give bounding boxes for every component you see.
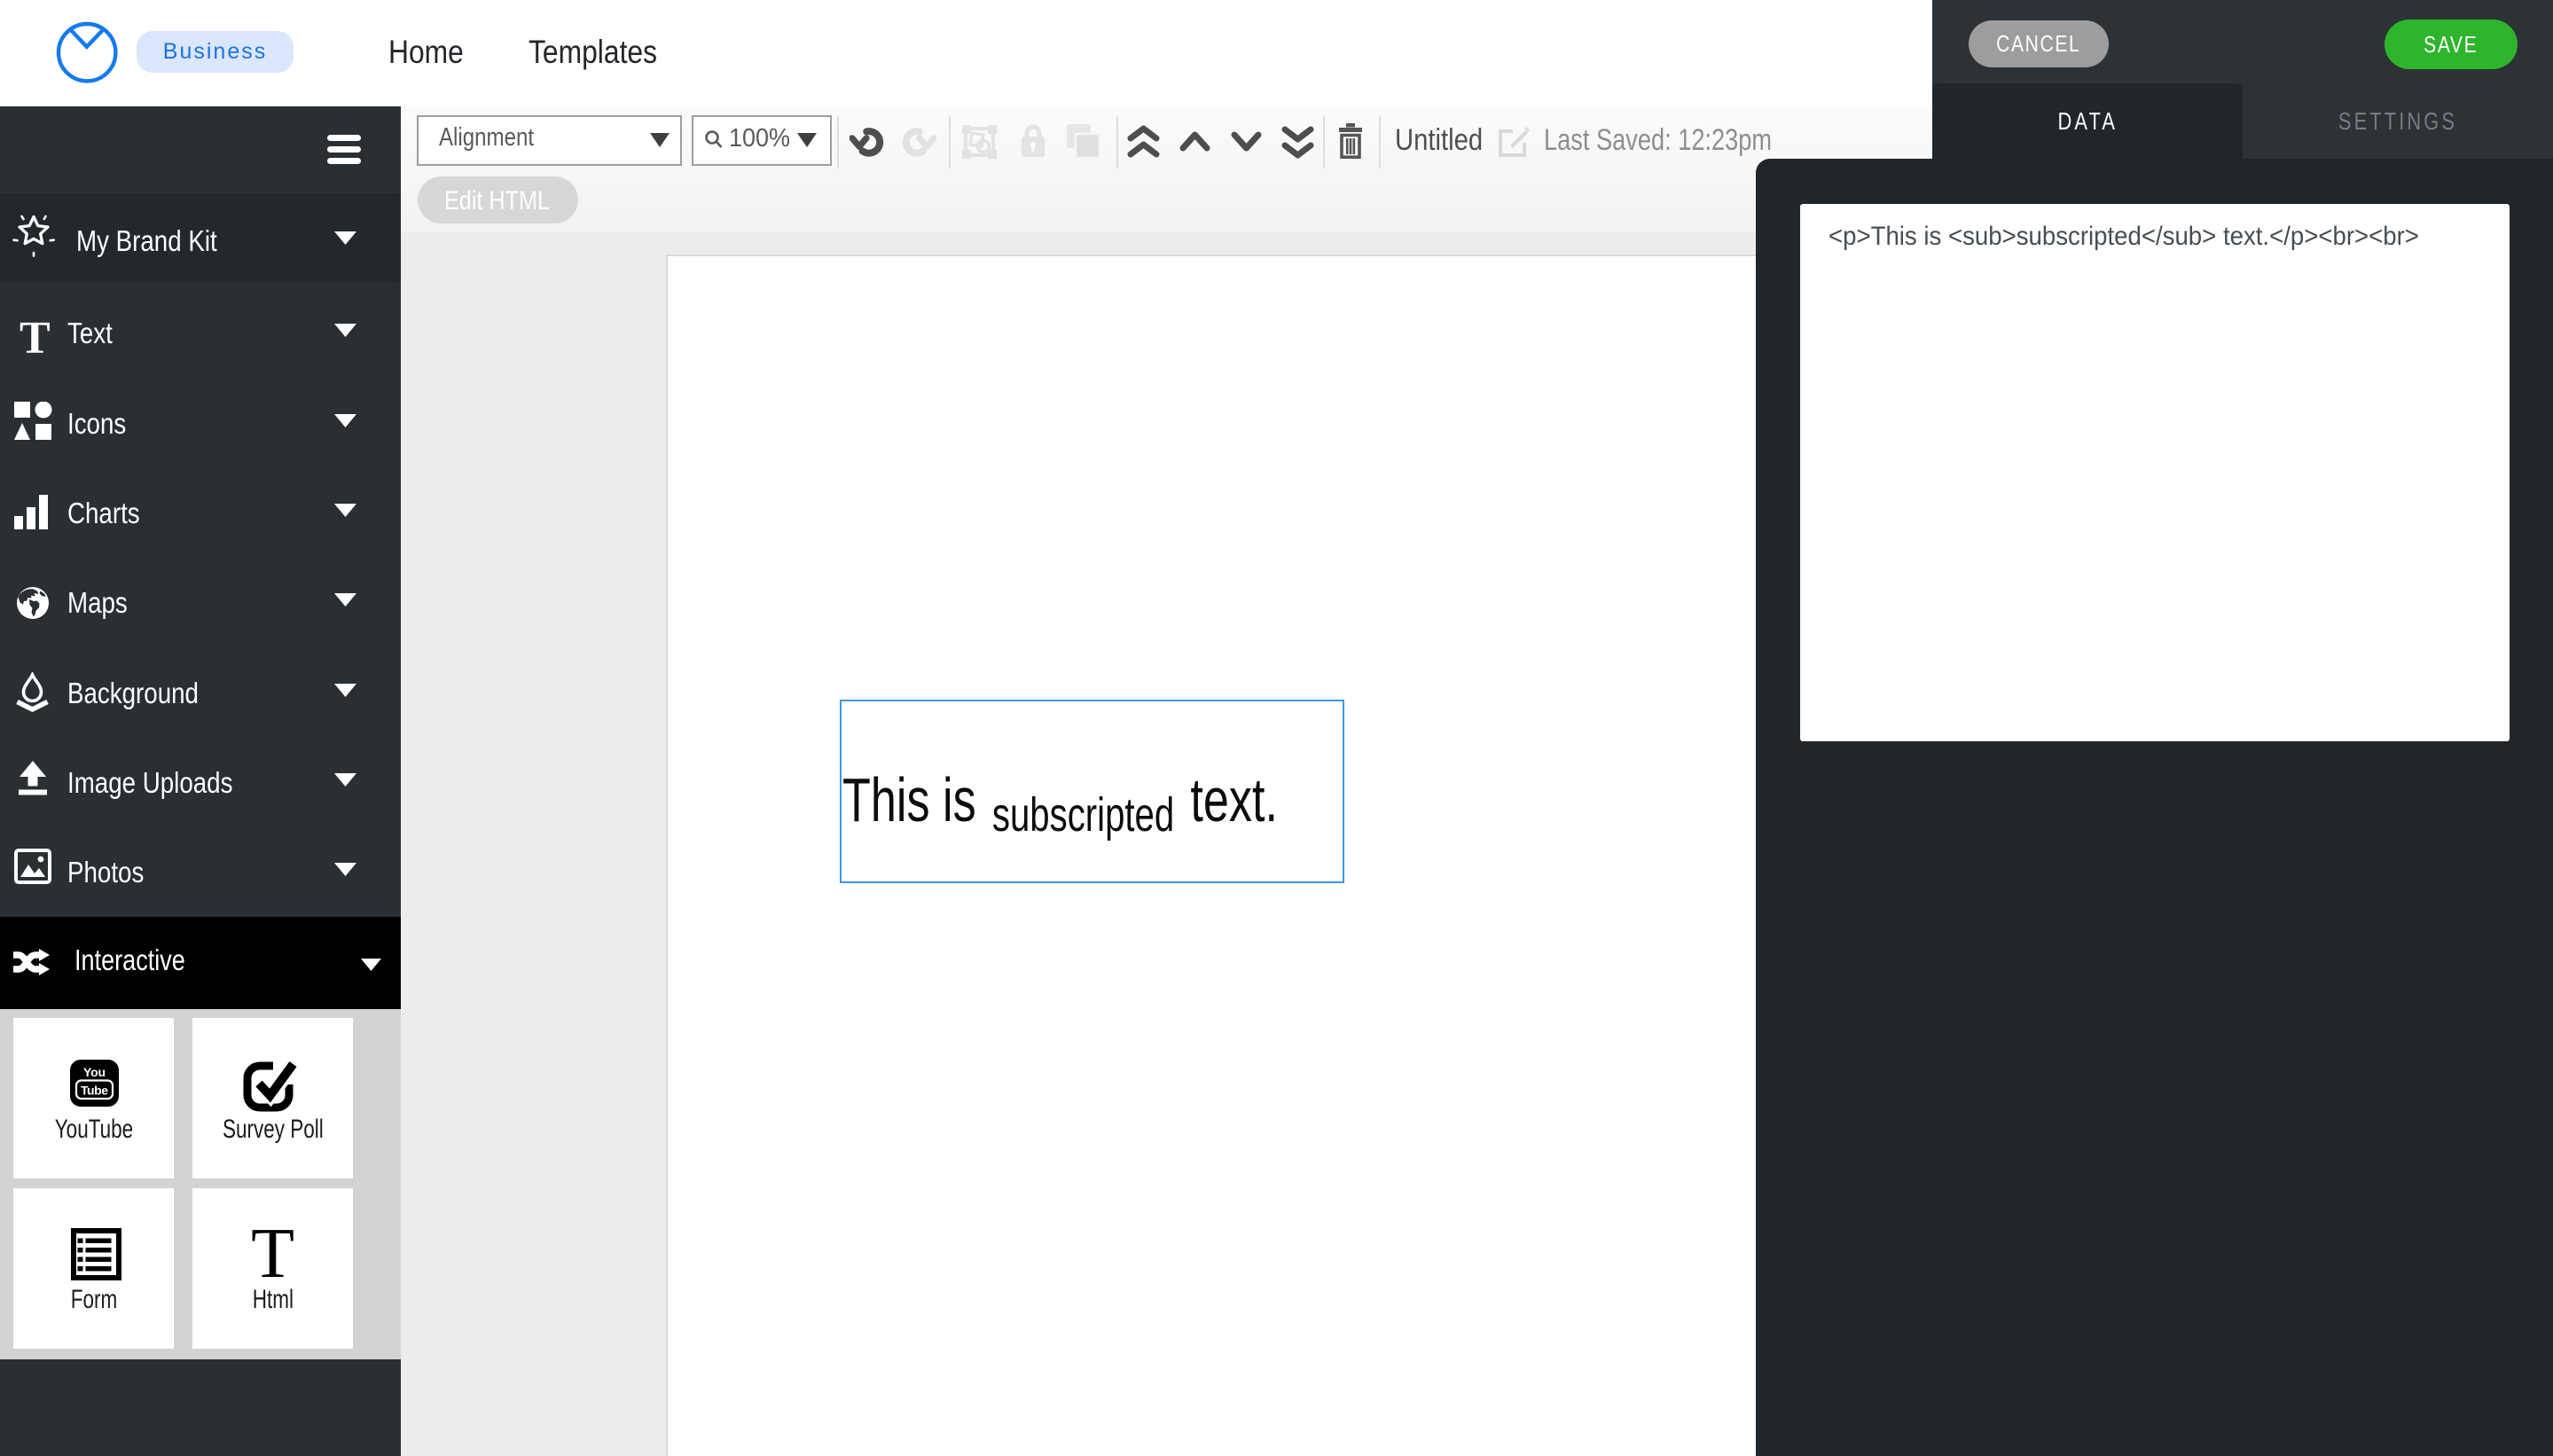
svg-text:You: You bbox=[83, 1065, 106, 1079]
svg-text:Tube: Tube bbox=[81, 1084, 108, 1098]
